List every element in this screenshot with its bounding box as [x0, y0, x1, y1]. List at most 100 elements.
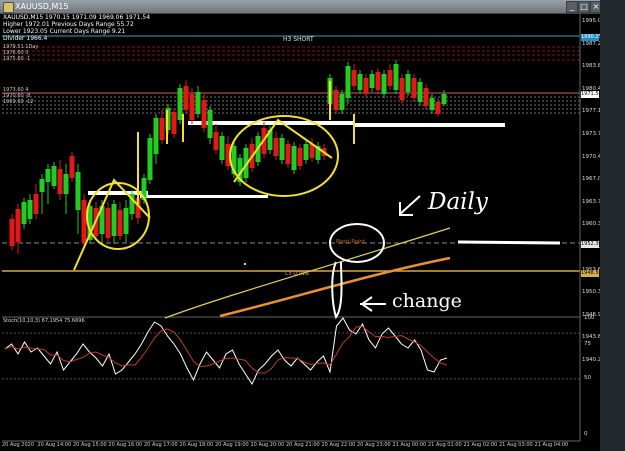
candle-body	[381, 74, 387, 94]
candle-body	[39, 179, 45, 192]
candle-body	[351, 70, 357, 86]
level-label: 1975.60 -1	[3, 56, 31, 62]
candle-body	[195, 92, 201, 114]
candle-body	[15, 209, 21, 242]
h3-short-label: H3 SHORT	[283, 36, 314, 43]
candle-body	[75, 172, 81, 210]
candle-body	[405, 74, 411, 92]
support-zone-marker	[140, 195, 268, 198]
high-info: Higher 1972.01 Previous Days Range 55.72	[3, 21, 134, 28]
candle-body	[363, 78, 369, 94]
candle-body	[63, 174, 69, 194]
candle-body	[339, 94, 345, 110]
divider-info: Divider 1966.4	[3, 35, 48, 42]
time-axis-label: 20 Aug 22:00	[321, 442, 356, 448]
candle-body	[345, 66, 351, 98]
low-info: Lower 1923.05 Current Days Range 9.21	[3, 28, 126, 35]
candle-body	[171, 112, 177, 134]
candle-body	[105, 208, 111, 238]
candle-body	[9, 219, 15, 246]
stochastic-label: Stoch(10,10,3) 67.1954 75.6696	[3, 318, 85, 324]
price-tag: 1990.25	[581, 34, 602, 41]
stochastic-axis-label: 75	[584, 341, 591, 347]
price-tag: 1952.30	[581, 241, 602, 248]
candle-body	[201, 100, 207, 128]
candle-body	[207, 110, 213, 138]
candle-body	[423, 88, 429, 106]
l3-long-label: L3 LONG	[285, 271, 309, 277]
candle-body	[369, 74, 375, 88]
stochastic-axis-label: 100	[584, 315, 595, 321]
platform-window: XAUUSD,M15 _ □ × XAUUSD,M15 1970.15 1971…	[0, 0, 625, 451]
candle-body	[27, 200, 33, 219]
candle-body	[213, 132, 219, 150]
candle-body	[333, 90, 339, 110]
candle-body	[21, 202, 27, 224]
time-axis-label: 20 Aug 2020	[2, 442, 35, 448]
change-annotation: change	[392, 290, 462, 312]
candle-body	[399, 78, 405, 100]
daily-line	[457, 240, 561, 245]
candle-body	[189, 94, 195, 120]
candle-body	[57, 169, 63, 194]
dot-marker	[244, 263, 246, 265]
candle-body	[417, 82, 423, 102]
daily-annotation: Daily	[428, 189, 488, 215]
pivot-point-label: Pivot Point	[336, 239, 365, 245]
price-tag: 1971.54	[581, 91, 602, 98]
candle-body	[51, 166, 57, 186]
candle-body	[273, 138, 279, 156]
candle-body	[429, 98, 435, 110]
candle-body	[81, 200, 87, 242]
candle-body	[291, 146, 297, 170]
price-tag: 1948.50	[581, 270, 602, 277]
time-axis-label: 20 Aug 14:00	[37, 442, 72, 448]
chart-window-title: XAUUSD,M15	[15, 2, 69, 11]
candle-body	[411, 78, 417, 98]
time-axis-label: 20 Aug 23:00	[357, 442, 391, 448]
candle-body	[177, 88, 183, 120]
candle-body	[123, 208, 129, 234]
candle-body	[33, 194, 39, 214]
candle-body	[375, 72, 381, 90]
symbol-info: XAUUSD,M15 1970.15 1971.09 1969.06 1971.…	[3, 14, 151, 21]
time-axis-label: 20 Aug 20:00	[250, 442, 285, 448]
time-axis-label: 21 Aug 00:00	[392, 442, 427, 448]
candle-body	[303, 144, 309, 160]
platform-side-panel	[600, 0, 625, 451]
time-axis-label: 21 Aug 02:00	[463, 442, 498, 448]
time-axis-label: 20 Aug 16:00	[108, 442, 143, 448]
time-axis-label: 20 Aug 21:00	[286, 442, 320, 448]
minimize-button[interactable]: _	[566, 1, 578, 13]
candle-body	[435, 102, 441, 114]
support-zone-marker	[188, 121, 353, 125]
candle-body	[45, 169, 51, 182]
candle-body	[393, 64, 399, 90]
candle-body	[153, 118, 159, 154]
candle-body	[111, 204, 117, 236]
chart-title-bar[interactable]: XAUUSD,M15 _ □ ×	[0, 0, 602, 14]
candle-body	[285, 144, 291, 164]
stochastic-axis-label: 50	[584, 375, 591, 381]
maximize-button[interactable]: □	[578, 1, 590, 13]
level-label: 1969.60 -12	[3, 99, 34, 105]
candle-body	[297, 148, 303, 166]
chart-icon	[3, 2, 14, 13]
stochastic-axis-label: 0	[584, 431, 588, 437]
time-axis-label: 21 Aug 03:00	[499, 442, 533, 448]
candle-body	[357, 74, 363, 90]
price-chart-area[interactable]	[0, 14, 600, 451]
time-axis-label: 20 Aug 18:00	[179, 442, 214, 448]
candle-body	[279, 138, 285, 160]
time-axis-label: 20 Aug 17:00	[144, 442, 178, 448]
time-axis-label: 21 Aug 01:00	[428, 442, 462, 448]
candle-body	[117, 210, 123, 236]
time-axis-label: 20 Aug 15:00	[73, 442, 107, 448]
candle-body	[387, 70, 393, 86]
support-zone-marker	[355, 123, 505, 127]
candle-body	[183, 86, 189, 110]
candle-body	[219, 136, 225, 160]
candle-body	[147, 138, 153, 180]
arrow-stroke	[399, 195, 421, 215]
time-axis-label: 20 Aug 19:00	[215, 442, 249, 448]
